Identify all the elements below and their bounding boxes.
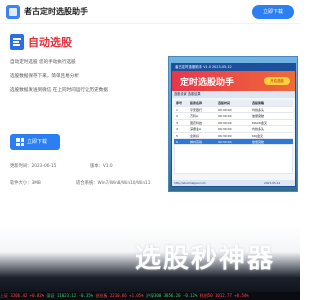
window-title: 者古定时选股助手 V1.0 2023-05-12 <box>172 64 295 71</box>
top-header: 者古定时选股助手 立即下载 <box>0 0 300 24</box>
screenshot-toolbar: 选股设置 选股结果 <box>172 91 295 98</box>
screenshot-window: 者古定时选股助手 V1.0 2023-05-12 定时选股助手 开启选股 选股设… <box>171 63 296 187</box>
status-date: 2023-05-12 <box>264 181 281 185</box>
download-button-label: 立即下载 <box>27 139 48 145</box>
header-download-button[interactable]: 立即下载 <box>252 5 294 19</box>
status-url: http://stockhelper.com <box>174 181 206 185</box>
ticker-item: 科创50 1012.77 +0.54% <box>199 293 249 298</box>
stock-ticker: 上证 3206.42 +0.82% 深证 11023.12 -0.35% 创业板… <box>0 292 300 300</box>
screenshot-statusbar: http://stockhelper.com 2023-05-12 <box>172 180 295 186</box>
app-icon <box>10 34 24 50</box>
app-screenshot: 者古定时选股助手 V1.0 2023-05-12 定时选股助手 开启选股 选股设… <box>168 56 298 192</box>
brand-name: 者古定时选股助手 <box>24 7 88 16</box>
ticker-item: 创业板 2210.66 +1.05% <box>95 293 147 298</box>
ticker-item: 深证 11023.12 -0.35% <box>46 293 96 298</box>
feature-text: 选股数据保存下来，简单且易分析 <box>10 74 79 79</box>
version: 版本：V1.0 <box>90 164 113 169</box>
file-size: 软件大小：3MB <box>10 181 41 186</box>
screenshot-banner: 定时选股助手 开启选股 <box>172 71 295 91</box>
promo-text: 选股秒神器 <box>135 244 276 274</box>
update-time: 更新时间：2023-06-15 <box>10 164 57 169</box>
ticker-item: 上证 3206.42 +0.82% <box>0 293 47 298</box>
feature-text: 自动定时选股 您的手动执行选股 <box>10 60 76 65</box>
banner-button: 开启选股 <box>264 77 290 85</box>
supported-os: 适合系统：Win7/Win8/Win10/Win11 <box>76 181 151 186</box>
result-table: 序号 股票名称 选股时间 选股策略 1 平安银行 09:30:00 均线多头 2… <box>174 100 293 146</box>
feature-text: 选股数据发送到微信 在上同时间运行让历史数据 <box>10 88 108 93</box>
promo-strip: 选股秒神器 上证 3206.42 +0.82% 深证 11023.12 -0.3… <box>0 226 300 300</box>
ticker-item: 沪深300 3856.20 -0.12% <box>146 293 200 298</box>
banner-text: 定时选股助手 <box>180 78 235 88</box>
windows-icon <box>16 138 24 146</box>
app-logo-icon <box>6 5 20 19</box>
table-empty-area <box>174 144 293 174</box>
download-button[interactable]: 立即下载 <box>10 134 60 150</box>
page-title: 自动选股 <box>28 36 72 49</box>
